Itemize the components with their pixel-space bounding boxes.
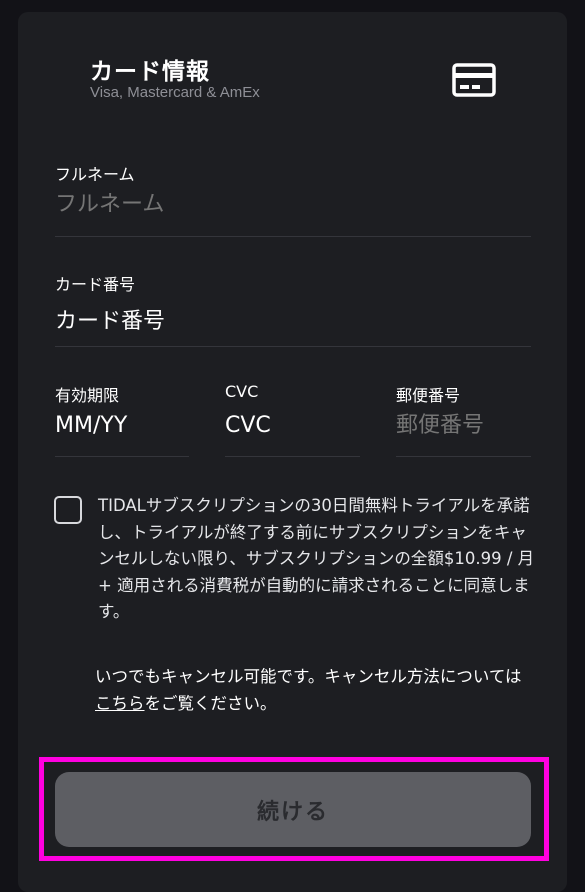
full-name-input[interactable] (55, 192, 525, 217)
accepted-cards-subtitle: Visa, Mastercard & AmEx (90, 84, 260, 101)
terms-text: TIDALサブスクリプションの30日間無料トライアルを承諾し、トライアルが終了す… (98, 496, 535, 621)
cancel-note-suffix: をご覧ください。 (144, 694, 277, 713)
cvc-label: CVC (225, 382, 259, 401)
continue-button[interactable]: 続ける (55, 772, 531, 847)
postal-code-underline (396, 456, 531, 457)
full-name-underline (55, 236, 531, 237)
cvc-input[interactable]: CVC (225, 413, 355, 438)
postal-code-label: 郵便番号 (396, 386, 461, 405)
cvc-underline (225, 456, 360, 457)
expiry-underline (55, 456, 189, 457)
card-number-label: カード番号 (55, 275, 136, 294)
terms-checkbox[interactable] (54, 496, 82, 524)
cancel-note-prefix: いつでもキャンセル可能です。キャンセル方法については (95, 667, 522, 686)
postal-code-input[interactable] (396, 413, 526, 438)
expiry-label: 有効期限 (55, 386, 120, 405)
card-number-input[interactable]: カード番号 (55, 303, 525, 335)
full-name-label: フルネーム (55, 165, 135, 184)
cancel-method-link[interactable]: こちら (95, 694, 145, 713)
page-title: カード情報 (90, 59, 210, 85)
expiry-input[interactable]: MM/YY (55, 413, 185, 438)
card-number-underline (55, 346, 531, 347)
credit-card-icon (452, 63, 496, 97)
cancel-note: いつでもキャンセル可能です。キャンセル方法についてはこちらをご覧ください。 (95, 663, 535, 717)
